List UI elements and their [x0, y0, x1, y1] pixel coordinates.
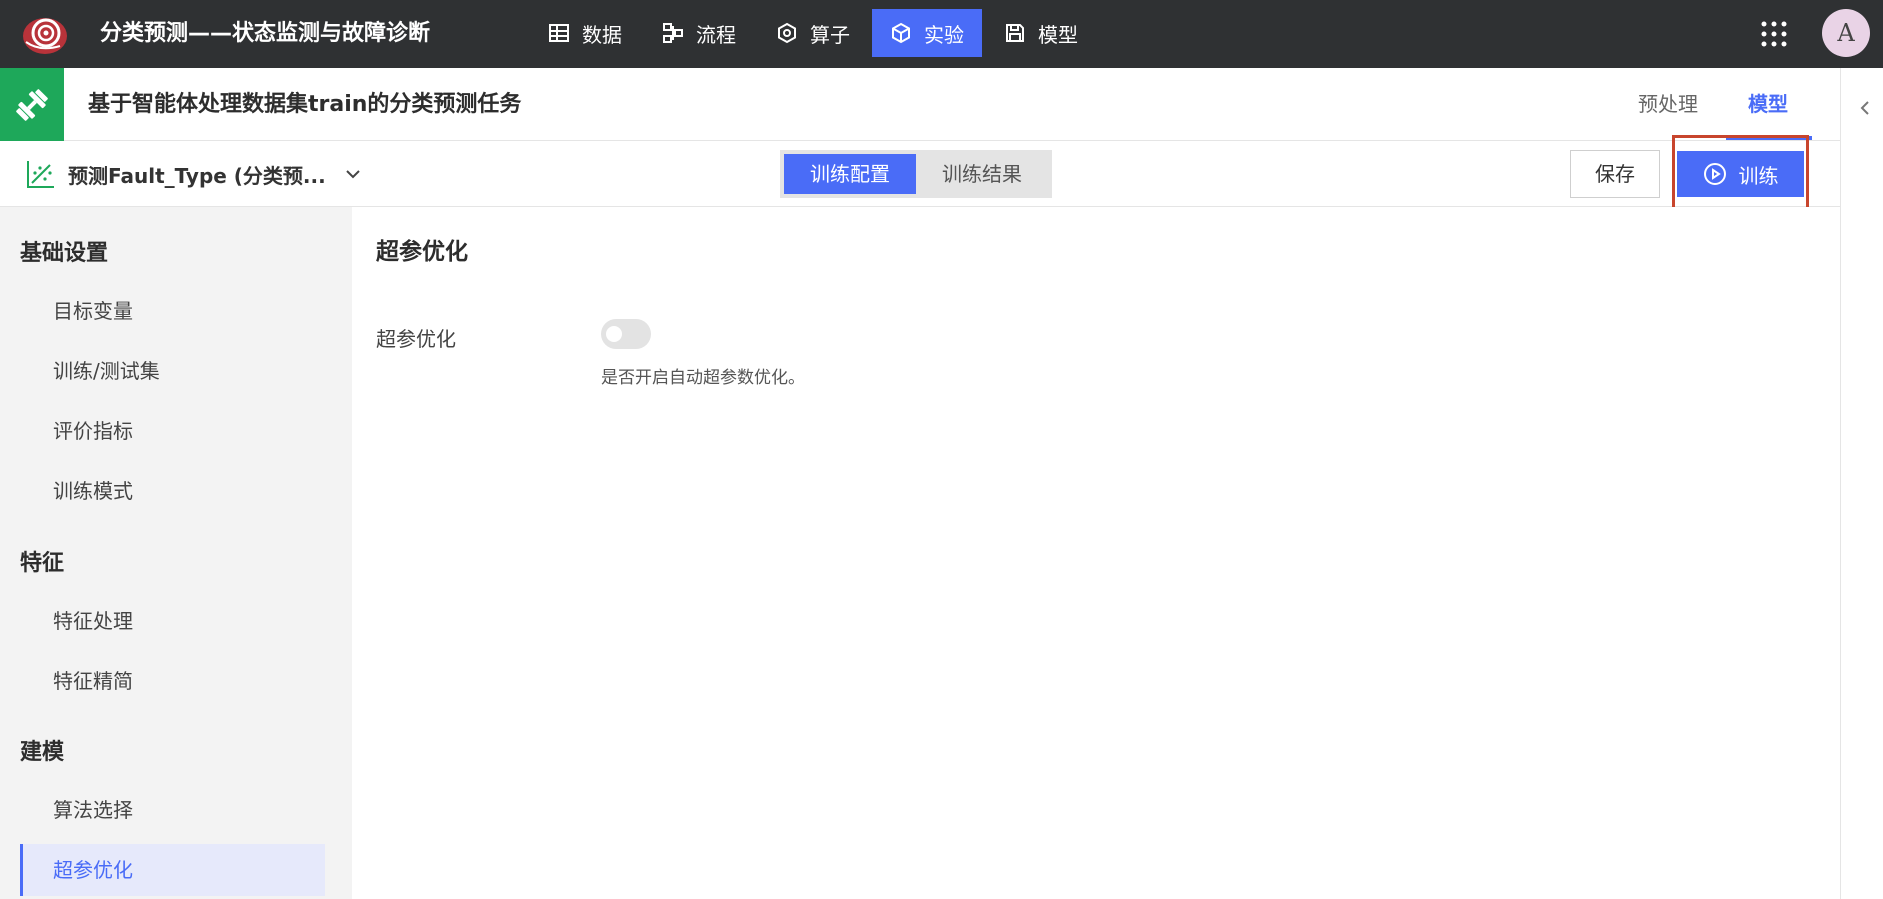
- right-panel-strip: [1840, 68, 1883, 899]
- config-result-switch: 训练配置 训练结果: [780, 150, 1052, 198]
- sidebar-item-hyperparam[interactable]: 超参优化: [20, 844, 325, 896]
- sidebar-item-feature-processing[interactable]: 特征处理: [20, 595, 325, 647]
- nav-item-label: 流程: [696, 22, 736, 47]
- main-nav: 数据 流程 算子 实验 模型: [530, 9, 1100, 57]
- hyperparam-toggle[interactable]: [601, 319, 651, 349]
- main-content: 超参优化 超参优化 是否开启自动超参数优化。: [352, 207, 1840, 899]
- task-header: 基于智能体处理数据集train的分类预测任务 预处理 模型: [0, 68, 1840, 141]
- chevron-left-icon[interactable]: [1858, 98, 1872, 118]
- app-title: 分类预测——状态监测与故障诊断: [100, 21, 431, 46]
- nav-item-label: 算子: [810, 22, 850, 47]
- chevron-down-icon: [346, 170, 360, 179]
- tab-preprocess[interactable]: 预处理: [1638, 68, 1698, 141]
- nav-item-operators[interactable]: 算子: [758, 9, 868, 57]
- user-avatar[interactable]: A: [1822, 9, 1870, 57]
- section-title: 超参优化: [376, 239, 468, 265]
- hexagon-icon: [778, 22, 796, 44]
- apps-grid-icon[interactable]: [1758, 18, 1790, 50]
- sidebar-item-target-variable[interactable]: 目标变量: [20, 285, 325, 337]
- model-target-label: 预测Fault_Type (分类预...: [68, 163, 326, 188]
- nav-item-model[interactable]: 模型: [986, 9, 1096, 57]
- play-circle-icon: [1703, 163, 1726, 185]
- hyperparam-field-label: 超参优化: [376, 327, 456, 351]
- nav-item-label: 数据: [582, 22, 622, 47]
- sidebar-item-algorithm[interactable]: 算法选择: [20, 784, 325, 836]
- model-target-select[interactable]: 预测Fault_Type (分类预...: [26, 141, 362, 207]
- config-toolbar: 预测Fault_Type (分类预... 训练配置 训练结果 保存 训练: [0, 141, 1840, 207]
- nav-item-label: 实验: [924, 22, 964, 47]
- dumbbell-icon: [0, 68, 64, 141]
- app-logo-icon[interactable]: [20, 12, 70, 56]
- train-button-label: 训练: [1738, 163, 1779, 188]
- save-button[interactable]: 保存: [1570, 150, 1660, 198]
- active-tab-indicator: [1726, 136, 1812, 140]
- flow-icon: [663, 23, 683, 43]
- nav-item-label: 模型: [1038, 22, 1078, 47]
- sidebar-item-train-mode[interactable]: 训练模式: [20, 465, 325, 517]
- table-icon: [549, 24, 569, 42]
- sidebar-group-features: 特征: [20, 551, 65, 576]
- toggle-knob: [606, 326, 622, 342]
- sidebar-group-modeling: 建模: [20, 740, 65, 765]
- sidebar-item-feature-selection[interactable]: 特征精简: [20, 655, 325, 707]
- sidebar-item-train-test-split[interactable]: 训练/测试集: [20, 345, 325, 397]
- tab-train-result[interactable]: 训练结果: [916, 154, 1048, 194]
- settings-sidebar: 基础设置 目标变量 训练/测试集 评价指标 训练模式 特征 特征处理 特征精简 …: [0, 207, 352, 899]
- sidebar-group-basic: 基础设置: [20, 241, 109, 266]
- tab-train-config[interactable]: 训练配置: [784, 154, 916, 194]
- hyperparam-field-description: 是否开启自动超参数优化。: [601, 368, 805, 388]
- scatter-chart-icon: [27, 161, 54, 188]
- save-icon: [1006, 24, 1024, 42]
- tab-model[interactable]: 模型: [1748, 68, 1788, 141]
- sidebar-item-metrics[interactable]: 评价指标: [20, 405, 325, 457]
- top-navbar: 分类预测——状态监测与故障诊断 数据 流程 算子 实验 模型 A: [0, 0, 1883, 68]
- task-title: 基于智能体处理数据集train的分类预测任务: [88, 92, 522, 117]
- train-button[interactable]: 训练: [1677, 151, 1804, 197]
- nav-item-flow[interactable]: 流程: [644, 9, 754, 57]
- nav-item-data[interactable]: 数据: [530, 9, 640, 57]
- cube-icon: [892, 22, 910, 44]
- nav-item-experiment[interactable]: 实验: [872, 9, 982, 57]
